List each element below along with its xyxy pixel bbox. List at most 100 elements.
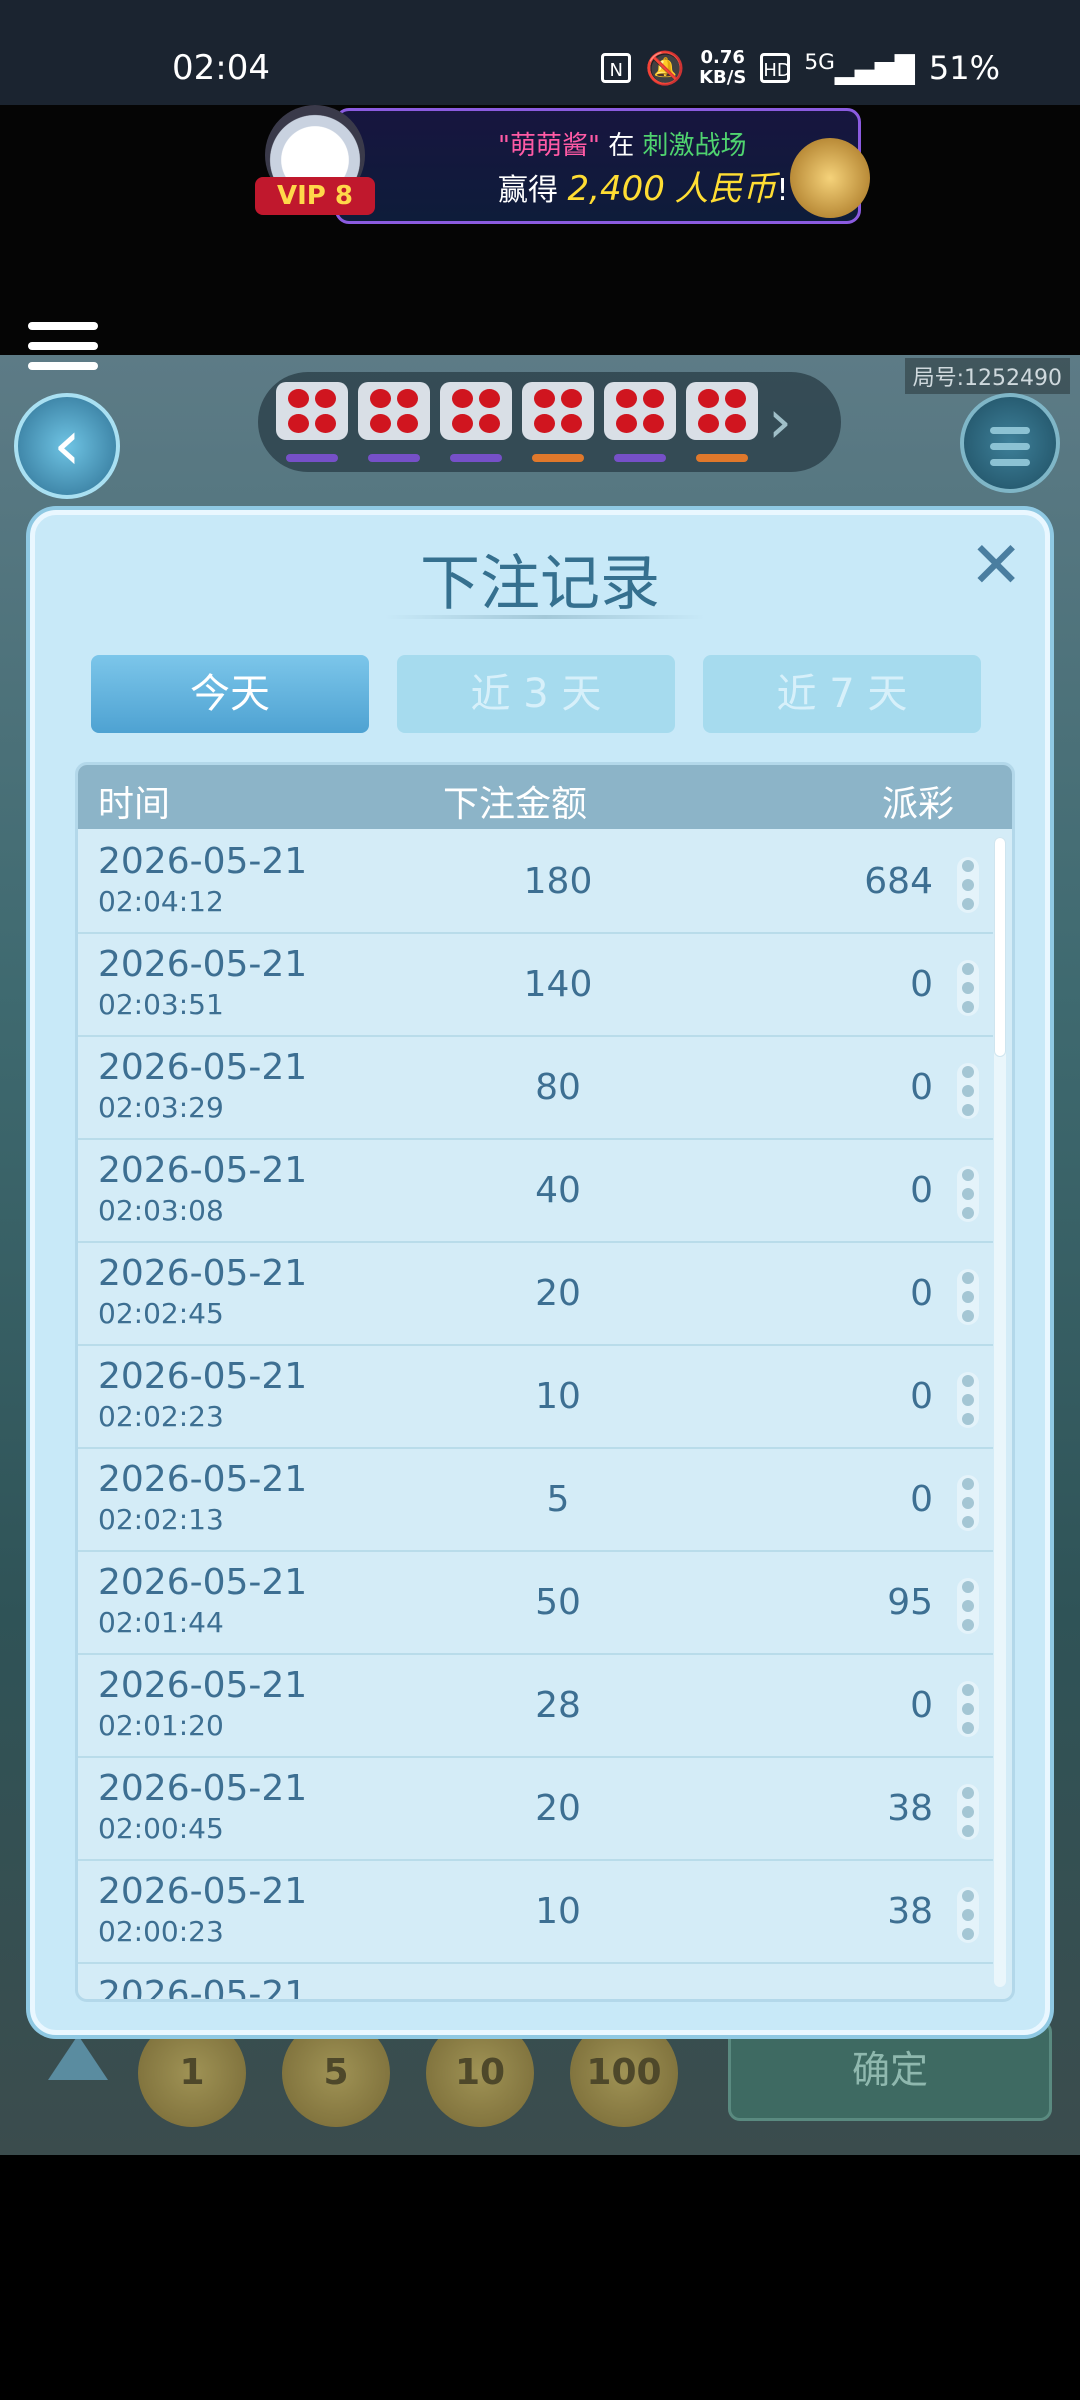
status-bar: 02:04 N 🔕 0.76 KB/S HD 5G▂▄▆█ 51%: [0, 0, 1080, 105]
table-row[interactable]: 2026-05-21 02:03:08 40 0: [78, 1138, 993, 1243]
chip-100[interactable]: 100: [570, 2019, 678, 2127]
row-payout: 684: [864, 861, 933, 902]
dice-result: [358, 382, 430, 462]
signal-icon: 5G▂▄▆█: [804, 50, 915, 86]
more-options-icon[interactable]: [957, 1063, 979, 1119]
chip-5[interactable]: 5: [282, 2019, 390, 2127]
mute-bell-icon: 🔕: [645, 49, 686, 87]
title-divider: [385, 615, 705, 619]
more-options-icon[interactable]: [957, 857, 979, 913]
row-date: 2026-05-21: [98, 1356, 308, 1397]
chip-up-arrow-icon[interactable]: [48, 2035, 108, 2080]
treasure-chest-icon: [790, 138, 870, 218]
row-time: 02:03:51: [98, 988, 224, 1021]
battery-text: 51%: [928, 49, 1000, 87]
row-date: 2026-05-21: [98, 1974, 308, 2002]
overlay-menu-icon[interactable]: [28, 322, 98, 376]
header-bet: 下注金额: [443, 784, 588, 825]
back-button[interactable]: ‹: [14, 393, 120, 499]
row-time: 02:00:45: [98, 1812, 224, 1845]
row-payout: 0: [910, 1685, 933, 1726]
table-row[interactable]: 2026-05-21 02:02:45 20 0: [78, 1241, 993, 1346]
chevron-right-icon[interactable]: ›: [768, 387, 792, 457]
row-date: 2026-05-21: [98, 1871, 308, 1912]
table-row[interactable]: 2026-05-21 02:01:44 50 95: [78, 1550, 993, 1655]
tab-7-days[interactable]: 近 7 天: [703, 655, 981, 733]
row-payout: 95: [887, 1582, 933, 1623]
row-date: 2026-05-21: [98, 1665, 308, 1706]
more-options-icon[interactable]: [957, 1475, 979, 1531]
table-row[interactable]: 2026-05-21 02:01:20 28 0: [78, 1653, 993, 1758]
row-payout: 0: [910, 1376, 933, 1417]
tab-3-days[interactable]: 近 3 天: [397, 655, 675, 733]
more-options-icon[interactable]: [957, 1578, 979, 1634]
row-bet-amount: 28: [535, 1685, 581, 1726]
row-bet-amount: 50: [535, 1582, 581, 1623]
more-options-icon[interactable]: [957, 1887, 979, 1943]
banner-line-1: "萌萌酱" 在 刺激战场: [498, 131, 747, 161]
bottom-black-area: [0, 2155, 1080, 2400]
net-speed: 0.76 KB/S: [699, 47, 747, 88]
table-row[interactable]: 2026-05-21 02:02:13 5 0: [78, 1447, 993, 1552]
row-bet-amount: 40: [535, 1170, 581, 1211]
game-menu-button[interactable]: [960, 393, 1060, 493]
chip-1[interactable]: 1: [138, 2019, 246, 2127]
banner-line-2: 赢得 2,400 人民币!: [498, 169, 789, 209]
dice-history-bar[interactable]: ›: [258, 372, 841, 472]
row-date: 2026-05-21: [98, 1459, 308, 1500]
table-row[interactable]: 2026-05-21 02:04:12 180 684: [78, 829, 993, 934]
row-payout: 0: [910, 1170, 933, 1211]
row-date: 2026-05-21: [98, 1253, 308, 1294]
tab-today[interactable]: 今天: [91, 655, 369, 733]
table-header: 时间 下注金额 派彩: [78, 765, 1012, 829]
hd-icon: HD: [760, 53, 791, 83]
row-date: 2026-05-21: [98, 1562, 308, 1603]
nfc-icon: N: [601, 53, 632, 83]
scrollbar-thumb[interactable]: [994, 837, 1006, 1057]
more-options-icon[interactable]: [957, 1372, 979, 1428]
header-time: 时间: [98, 784, 171, 825]
dice-result: [276, 382, 348, 462]
row-time: 02:03:08: [98, 1194, 224, 1227]
close-icon[interactable]: ✕: [969, 529, 1023, 603]
row-bet-amount: 20: [535, 1788, 581, 1829]
row-time: 02:00:23: [98, 1915, 224, 1948]
row-bet-amount: 20: [535, 1273, 581, 1314]
table-row-partial[interactable]: 2026-05-21: [78, 1962, 993, 2002]
dice-result: [522, 382, 594, 462]
chip-10[interactable]: 10: [426, 2019, 534, 2127]
win-broadcast-banner[interactable]: "萌萌酱" 在 刺激战场 赢得 2,400 人民币!: [335, 108, 861, 224]
more-options-icon[interactable]: [957, 1681, 979, 1737]
dice-result: [440, 382, 512, 462]
bet-record-table[interactable]: 时间 下注金额 派彩 2026-05-21 02:04:12 180 684 2026-…: [75, 762, 1015, 2002]
row-time: 02:04:12: [98, 885, 224, 918]
row-time: 02:01:44: [98, 1606, 224, 1639]
row-bet-amount: 140: [523, 964, 593, 1005]
row-time: 02:02:13: [98, 1503, 224, 1536]
row-date: 2026-05-21: [98, 841, 308, 882]
dice-result: [604, 382, 676, 462]
row-bet-amount: 180: [523, 861, 593, 902]
status-time: 02:04: [172, 48, 270, 88]
more-options-icon[interactable]: [957, 960, 979, 1016]
table-row[interactable]: 2026-05-21 02:03:51 140 0: [78, 932, 993, 1037]
row-time: 02:01:20: [98, 1709, 224, 1742]
row-bet-amount: 5: [546, 1479, 570, 1520]
round-number: 局号:1252490: [904, 358, 1070, 394]
row-date: 2026-05-21: [98, 1768, 308, 1809]
row-bet-amount: 10: [535, 1891, 581, 1932]
more-options-icon[interactable]: [957, 1166, 979, 1222]
row-payout: 0: [910, 1273, 933, 1314]
row-time: 02:02:23: [98, 1400, 224, 1433]
table-row[interactable]: 2026-05-21 02:00:23 10 38: [78, 1859, 993, 1964]
row-payout: 38: [887, 1891, 933, 1932]
row-time: 02:02:45: [98, 1297, 224, 1330]
table-row[interactable]: 2026-05-21 02:00:45 20 38: [78, 1756, 993, 1861]
confirm-button[interactable]: 确定: [728, 2020, 1052, 2121]
more-options-icon[interactable]: [957, 1784, 979, 1840]
status-icons: N 🔕 0.76 KB/S HD 5G▂▄▆█ 51%: [601, 48, 1000, 88]
row-bet-amount: 10: [535, 1376, 581, 1417]
more-options-icon[interactable]: [957, 1269, 979, 1325]
table-row[interactable]: 2026-05-21 02:02:23 10 0: [78, 1344, 993, 1449]
table-row[interactable]: 2026-05-21 02:03:29 80 0: [78, 1035, 993, 1140]
